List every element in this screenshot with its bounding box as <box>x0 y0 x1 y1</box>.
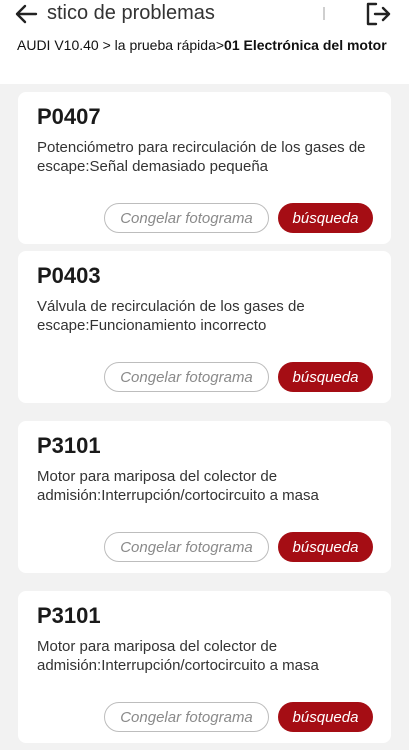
search-button[interactable]: búsqueda <box>278 362 373 392</box>
back-button[interactable] <box>10 0 42 28</box>
dtc-code: P3101 <box>37 433 101 458</box>
search-button[interactable]: búsqueda <box>278 702 373 732</box>
freeze-frame-button[interactable]: Congelar fotograma <box>104 362 269 392</box>
search-button[interactable]: búsqueda <box>278 203 373 233</box>
breadcrumb-current: 01 Electrónica del motor <box>224 37 387 53</box>
freeze-frame-button[interactable]: Congelar fotograma <box>104 203 269 233</box>
dtc-list: P0407 Potenciómetro para recirculación d… <box>0 84 409 750</box>
page-title: stico de problemas <box>47 2 215 24</box>
dtc-card: P3101 Motor para mariposa del colector d… <box>18 591 391 743</box>
dtc-card: P0407 Potenciómetro para recirculación d… <box>18 92 391 244</box>
breadcrumb-path: AUDI V10.40 > la prueba rápida> <box>17 37 225 53</box>
dtc-card: P3101 Motor para mariposa del colector d… <box>18 421 391 573</box>
top-bar: stico de problemas <box>0 0 409 30</box>
dtc-code: P3101 <box>37 603 101 628</box>
freeze-frame-button[interactable]: Congelar fotograma <box>104 702 269 732</box>
dtc-description: Motor para mariposa del colector de admi… <box>37 638 319 674</box>
dtc-code: P0403 <box>37 263 101 288</box>
dtc-description: Potenciómetro para recirculación de los … <box>37 139 366 175</box>
logout-icon <box>366 2 391 26</box>
dtc-code: P0407 <box>37 104 101 129</box>
freeze-frame-button[interactable]: Congelar fotograma <box>104 532 269 562</box>
search-button[interactable]: búsqueda <box>278 532 373 562</box>
dtc-description: Válvula de recirculación de los gases de… <box>37 298 305 334</box>
dtc-card: P0403 Válvula de recirculación de los ga… <box>18 251 391 403</box>
exit-button[interactable] <box>362 0 394 28</box>
title-scroll-mark <box>323 7 325 20</box>
breadcrumb: AUDI V10.40 > la prueba rápida>01 Electr… <box>0 30 409 84</box>
arrow-left-icon <box>15 4 38 24</box>
dtc-description: Motor para mariposa del colector de admi… <box>37 468 319 504</box>
